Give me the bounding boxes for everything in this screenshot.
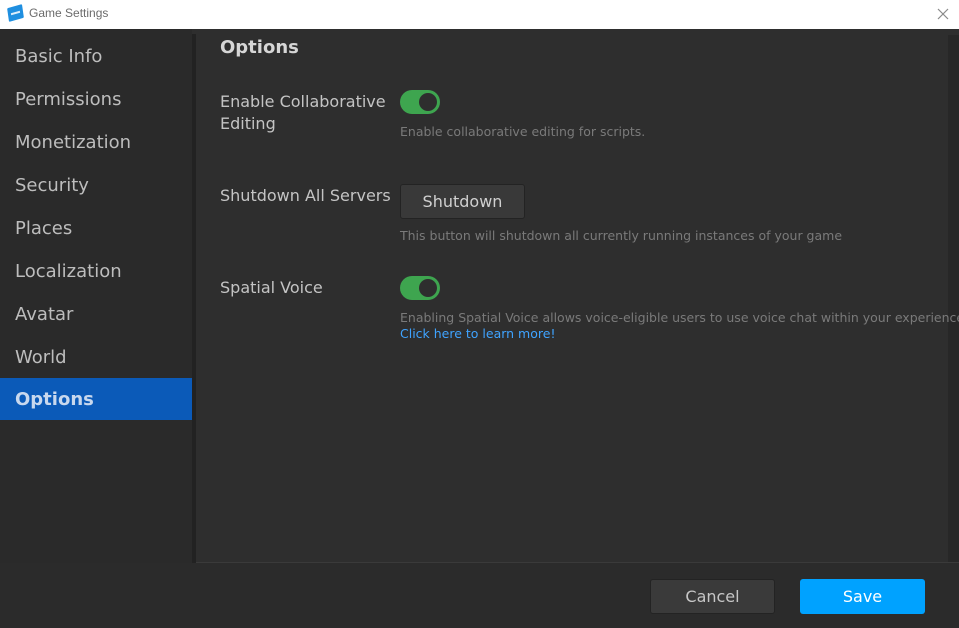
title-bar: Game Settings [0, 0, 959, 29]
shutdown-servers-label: Shutdown All Servers [220, 186, 391, 205]
sidebar-item-label: Avatar [15, 303, 74, 325]
close-button[interactable] [934, 5, 952, 23]
collaborative-editing-toggle[interactable] [400, 90, 440, 114]
sidebar-item-label: Places [15, 217, 73, 239]
sidebar-item-localization[interactable]: Localization [0, 250, 192, 292]
sidebar-item-world[interactable]: World [0, 336, 192, 378]
spatial-voice-description: Enabling Spatial Voice allows voice-elig… [400, 310, 959, 325]
sidebar-item-avatar[interactable]: Avatar [0, 293, 192, 335]
page-title: Options [220, 37, 299, 58]
sidebar-item-basic-info[interactable]: Basic Info [0, 35, 192, 77]
shutdown-servers-description: This button will shutdown all currently … [400, 228, 843, 243]
sidebar-item-monetization[interactable]: Monetization [0, 121, 192, 163]
spatial-voice-label: Spatial Voice [220, 278, 323, 297]
toggle-knob [419, 279, 437, 297]
sidebar-item-permissions[interactable]: Permissions [0, 78, 192, 120]
roblox-studio-logo-icon [7, 4, 24, 22]
shutdown-button[interactable]: Shutdown [400, 184, 525, 219]
sidebar-item-label: Monetization [15, 131, 132, 153]
sidebar-item-label: Security [15, 174, 89, 196]
toggle-knob [419, 93, 437, 111]
sidebar-item-label: Localization [15, 260, 122, 282]
cancel-button[interactable]: Cancel [650, 579, 775, 614]
close-icon [937, 8, 949, 20]
sidebar-item-label: Permissions [15, 88, 122, 110]
spatial-voice-toggle[interactable] [400, 276, 440, 300]
sidebar-item-security[interactable]: Security [0, 164, 192, 206]
settings-sidebar: Basic Info Permissions Monetization Secu… [0, 29, 192, 563]
sidebar-item-label: World [15, 346, 67, 368]
sidebar-item-options[interactable]: Options [0, 378, 192, 420]
learn-more-link[interactable]: Click here to learn more! [400, 326, 555, 341]
save-button[interactable]: Save [800, 579, 925, 614]
window-title: Game Settings [29, 6, 109, 20]
sidebar-item-label: Basic Info [15, 45, 103, 67]
vertical-scrollbar[interactable] [948, 35, 959, 562]
collaborative-editing-label: Enable Collaborative Editing [220, 92, 386, 133]
sidebar-item-label: Options [15, 388, 94, 410]
sidebar-item-places[interactable]: Places [0, 207, 192, 249]
collaborative-editing-description: Enable collaborative editing for scripts… [400, 124, 646, 139]
